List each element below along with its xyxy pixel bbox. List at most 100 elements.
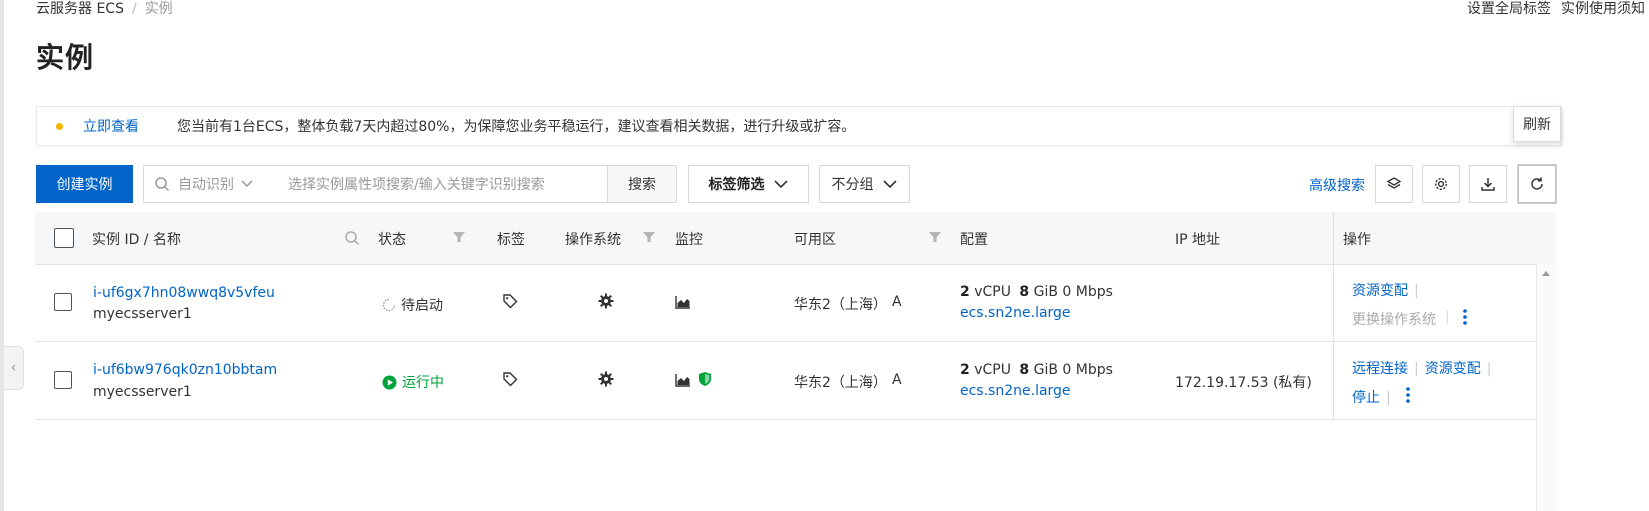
select-all-checkbox[interactable] [54, 228, 74, 248]
config-summary: 2 vCPU 8 GiB 0 Mbps [960, 284, 1113, 300]
layers-icon [1386, 177, 1402, 189]
column-os: 操作系统 [565, 232, 621, 248]
search-icon[interactable] [344, 230, 360, 246]
column-ip: IP 地址 [1175, 232, 1221, 248]
settings-button[interactable] [1422, 165, 1460, 203]
status-text: 运行中 [402, 375, 444, 391]
search-mode-select[interactable]: 自动识别 [178, 174, 254, 194]
zone-letter: A [892, 372, 902, 388]
memory-unit: GiB [1033, 362, 1058, 378]
status-badge: 待启动 [382, 295, 443, 315]
row-actions: 远程连接 | 资源变配 | [1352, 358, 1497, 378]
instructions-link[interactable]: 实例使用须知 [1561, 1, 1645, 17]
instance-spec-link[interactable]: ecs.sn2ne.large [960, 305, 1071, 321]
instance-spec-link[interactable]: ecs.sn2ne.large [960, 383, 1071, 399]
bandwidth: 0 Mbps [1062, 284, 1113, 300]
advanced-search-link[interactable]: 高级搜索 [1309, 175, 1365, 195]
linux-os-icon [598, 293, 614, 309]
breadcrumb-parent[interactable]: 云服务器 ECS [36, 1, 124, 17]
tag-icon[interactable] [502, 293, 518, 309]
search-box: 自动识别 选择实例属性项搜索/输入关键字识别搜索 搜索 [143, 165, 677, 203]
instance-id-link[interactable]: i-uf6gx7hn08wwq8v5vfeu [93, 285, 275, 301]
play-circle-icon [382, 375, 397, 389]
status-text: 待启动 [401, 298, 443, 314]
config-summary: 2 vCPU 8 GiB 0 Mbps [960, 362, 1113, 378]
group-label: 不分组 [831, 177, 874, 193]
top-links: 设置全局标签 实例使用须知 [1457, 0, 1645, 18]
create-instance-button[interactable]: 创建实例 [36, 165, 133, 203]
vcpu-unit: vCPU [974, 362, 1011, 378]
table-row: i-uf6bw976qk0zn10bbtam myecsserver1 运行中 … [35, 342, 1536, 420]
search-icon [155, 177, 170, 192]
breadcrumb-current: 实例 [144, 1, 173, 17]
vcpu-unit: vCPU [974, 284, 1011, 300]
status-badge: 运行中 [382, 372, 444, 392]
chevron-left-icon: ‹ [10, 360, 17, 376]
security-shield-icon[interactable] [698, 371, 712, 387]
row-actions-second: 停止 | [1352, 387, 1397, 407]
sidebar-collapse-toggle[interactable]: ‹ [4, 346, 24, 390]
breadcrumb-separator: / [131, 1, 137, 17]
change-os-link: 更换操作系统 [1352, 312, 1436, 328]
refresh-tooltip: 刷新 [1513, 106, 1561, 142]
memory-unit: GiB [1033, 284, 1058, 300]
chevron-down-icon [241, 180, 253, 188]
tag-filter-dropdown[interactable]: 标签筛选 [688, 165, 809, 203]
column-monitor: 监控 [675, 232, 703, 248]
separator: | [1386, 390, 1391, 406]
table-header: 实例 ID / 名称 状态 标签 操作系统 监控 可用区 配置 IP 地址 操作 [35, 212, 1556, 265]
column-tags: 标签 [497, 232, 525, 248]
filter-icon[interactable] [928, 230, 942, 244]
instance-id-link[interactable]: i-uf6bw976qk0zn10bbtam [93, 362, 277, 378]
column-actions: 操作 [1343, 232, 1371, 248]
scroll-up-arrow-icon[interactable] [1542, 271, 1550, 276]
stop-link[interactable]: 停止 [1352, 390, 1380, 406]
row-actions: 资源变配 | [1352, 280, 1425, 300]
linux-os-icon [598, 371, 614, 387]
search-button[interactable]: 搜索 [607, 166, 676, 202]
separator: | [1486, 361, 1492, 377]
monitor-chart-icon[interactable] [675, 373, 691, 387]
tag-filter-label: 标签筛选 [708, 177, 765, 193]
loading-spinner-icon [382, 298, 396, 312]
vertical-scrollbar[interactable] [1536, 264, 1556, 511]
vcpu-count: 2 [960, 362, 970, 378]
separator: | [1414, 283, 1419, 299]
layers-button[interactable] [1375, 165, 1413, 203]
memory-amount: 8 [1019, 362, 1030, 378]
filter-icon[interactable] [452, 230, 466, 244]
resize-link[interactable]: 资源变配 [1425, 361, 1481, 377]
gear-icon [1434, 177, 1448, 191]
left-rail [0, 0, 4, 511]
more-actions-icon[interactable] [1405, 386, 1411, 404]
chevron-down-icon [773, 180, 788, 189]
download-button[interactable] [1469, 165, 1507, 203]
zone-letter: A [892, 294, 902, 310]
monitor-chart-icon[interactable] [675, 295, 691, 309]
chevron-down-icon [882, 180, 897, 189]
search-mode-label: 自动识别 [178, 177, 234, 193]
global-tags-link[interactable]: 设置全局标签 [1467, 1, 1551, 17]
zone-name: 华东2（上海） [794, 375, 887, 391]
resize-link[interactable]: 资源变配 [1352, 283, 1408, 299]
group-dropdown[interactable]: 不分组 [819, 165, 910, 203]
filter-icon[interactable] [642, 230, 656, 244]
warning-dot-icon [56, 122, 63, 130]
tag-icon[interactable] [502, 371, 518, 387]
column-status: 状态 [378, 232, 406, 248]
ip-address: 172.19.17.53 (私有) [1175, 375, 1312, 391]
row-checkbox[interactable] [54, 371, 72, 389]
remote-connect-link[interactable]: 远程连接 [1352, 361, 1408, 377]
search-input[interactable]: 选择实例属性项搜索/输入关键字识别搜索 [288, 174, 545, 194]
notice-banner: 立即查看 您当前有1台ECS，整体负载7天内超过80%，为保障您业务平稳运行，建… [36, 106, 1562, 146]
memory-amount: 8 [1019, 284, 1030, 300]
notice-view-link[interactable]: 立即查看 [83, 116, 139, 136]
column-id-name: 实例 ID / 名称 [92, 232, 181, 248]
refresh-button[interactable] [1518, 165, 1556, 203]
bandwidth: 0 Mbps [1062, 362, 1113, 378]
actions-column-divider [1333, 212, 1334, 420]
row-checkbox[interactable] [54, 293, 72, 311]
more-actions-icon[interactable] [1462, 308, 1468, 326]
zone-name: 华东2（上海） [794, 297, 887, 313]
separator: | [1445, 309, 1450, 325]
